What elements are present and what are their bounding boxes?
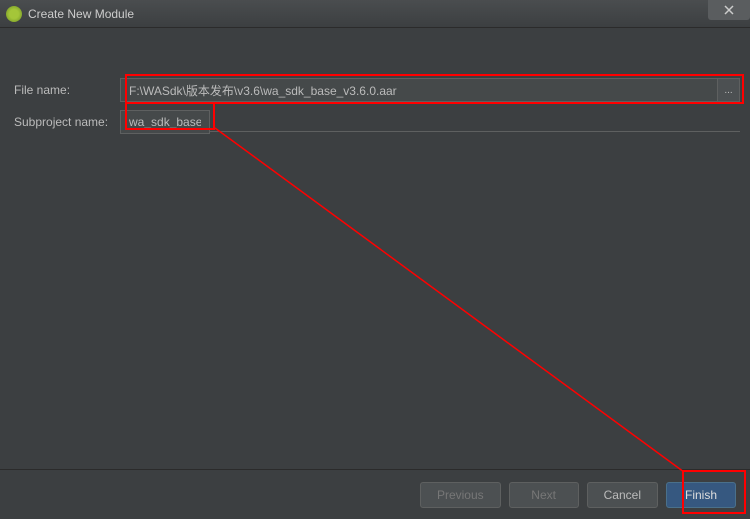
dialog-content: File name: ... Subproject name:: [0, 28, 750, 469]
button-bar: Previous Next Cancel Finish: [0, 469, 750, 519]
subproject-input-wrapper: [120, 110, 740, 134]
file-name-input[interactable]: [120, 78, 718, 102]
window-title: Create New Module: [28, 7, 134, 21]
close-button[interactable]: [708, 0, 750, 20]
titlebar: Create New Module: [0, 0, 750, 28]
subproject-row: Subproject name:: [10, 110, 740, 134]
close-icon: [724, 5, 734, 15]
cancel-button[interactable]: Cancel: [587, 482, 658, 508]
subproject-input[interactable]: [120, 110, 210, 134]
next-button[interactable]: Next: [509, 482, 579, 508]
app-icon: [6, 6, 22, 22]
file-name-label: File name:: [10, 83, 120, 97]
file-name-row: File name: ...: [10, 78, 740, 102]
file-name-input-wrapper: ...: [120, 78, 740, 102]
subproject-spacer: [210, 131, 740, 132]
subproject-label: Subproject name:: [10, 115, 120, 129]
previous-button[interactable]: Previous: [420, 482, 501, 508]
finish-button[interactable]: Finish: [666, 482, 736, 508]
browse-button[interactable]: ...: [718, 78, 740, 102]
